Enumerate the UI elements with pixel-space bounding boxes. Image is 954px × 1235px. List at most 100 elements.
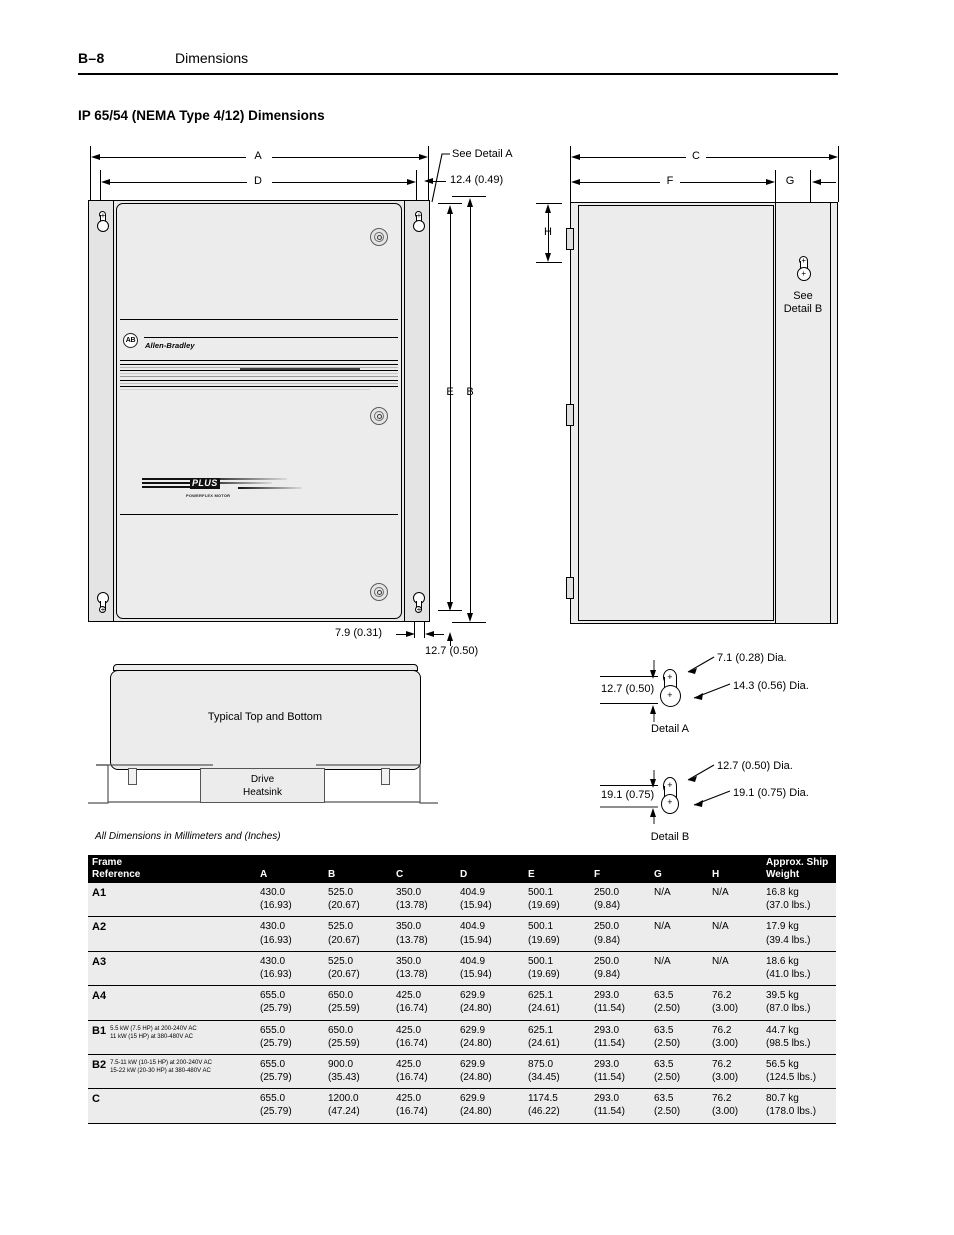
cell-dimension: 44.7 kg (98.5 lbs.) [766, 1019, 836, 1055]
cell-dimension: N/A [712, 950, 766, 986]
table-body: A1 430.0 (16.93) 525.0 (20.67) 350.0 (13.78) 40… [88, 883, 836, 1124]
allen-bradley-logo-icon: AB [123, 333, 138, 348]
dim-f-arrow-left [571, 178, 580, 185]
dim-top-gap-arrow [424, 177, 433, 184]
see-detail-b-line1: See [793, 290, 813, 302]
cell-dimension: 39.5 kg (87.0 lbs.) [766, 985, 836, 1020]
brand-underline [144, 337, 398, 338]
ext-line-g-right [810, 170, 811, 202]
cell-dimension: 1200.0 (47.24) [328, 1088, 396, 1124]
cell-dimension: 655.0 (25.79) [260, 985, 328, 1020]
col-header-ship-weight: Approx. Ship Weight [766, 855, 836, 883]
ext-line-h-bottom [536, 262, 562, 263]
cell-dimension: 500.1 (19.69) [528, 916, 594, 952]
cell-dimension: 430.0 (16.93) [260, 883, 328, 917]
cell-dimension: 404.9 (15.94) [460, 916, 528, 952]
dim-label-g: G [785, 175, 795, 187]
col-header-b: B [328, 855, 396, 883]
cell-dimension: 80.7 kg (178.0 lbs.) [766, 1088, 836, 1124]
cell-dimension: 250.0 (9.84) [594, 916, 654, 952]
cell-dimension: 430.0 (16.93) [260, 950, 328, 986]
cell-dimension: 875.0 (34.45) [528, 1053, 594, 1089]
cell-dimension: 293.0 (11.54) [594, 1019, 654, 1055]
dim-d-line-left [106, 182, 247, 183]
col-header-c: C [396, 855, 460, 883]
cell-dimension: 250.0 (9.84) [594, 950, 654, 986]
dim-e-arrow-top [446, 205, 453, 214]
ext-line-d-right [416, 170, 417, 202]
dim-e-line [450, 212, 451, 604]
cell-dimension: 63.5 (2.50) [654, 1088, 712, 1124]
col-header-frame: Frame Reference [88, 855, 260, 883]
detail-a-spacing-label: 12.7 (0.50) [601, 683, 655, 695]
cell-dimension: 63.5 (2.50) [654, 1019, 712, 1055]
cell-dimension: 76.2 (3.00) [712, 1053, 766, 1089]
left-mounting-flange [88, 200, 114, 622]
dim-b-arrow-bottom [466, 613, 473, 622]
hinge-tab-middle [566, 404, 574, 426]
cell-dimension: 350.0 (13.78) [396, 883, 460, 917]
hinge-tab-bottom [566, 577, 574, 599]
seam-line-3 [120, 370, 398, 371]
cell-frame-reference: A2 [88, 916, 260, 952]
cell-dimension: 404.9 (15.94) [460, 950, 528, 986]
nameplate-band-top [120, 319, 398, 320]
dim-e-arrow-bottom [446, 602, 453, 611]
cell-frame-reference: A4 [88, 985, 260, 1020]
typical-top-bottom-label: Typical Top and Bottom [207, 711, 323, 723]
seam-line-5 [120, 376, 398, 377]
col-header-a: A [260, 855, 328, 883]
see-detail-b-line2: Detail B [783, 303, 823, 315]
figure-units-note: All Dimensions in Millimeters and (Inche… [95, 831, 281, 842]
cell-dimension: 525.0 (20.67) [328, 883, 396, 917]
cell-dimension: N/A [712, 883, 766, 917]
seam-line-4 [120, 373, 398, 374]
detail-a-arrow-bottom [650, 705, 656, 714]
cell-dimension: 1174.5 (46.22) [528, 1088, 594, 1124]
door-screw-bottom-right [370, 583, 388, 601]
mounting-keyhole-top-left: + [96, 211, 109, 233]
dim-top-gap-line [432, 181, 446, 182]
cell-dimension: 63.5 (2.50) [654, 985, 712, 1020]
frame-dimensions-table: Frame Reference A B C D E F G H Approx. … [88, 855, 836, 1124]
dim-bottom-offset-arrow [406, 630, 415, 637]
dim-c-arrow-right [829, 153, 838, 160]
header-rule [78, 73, 838, 75]
cell-dimension: N/A [712, 916, 766, 952]
ext-line-b-bottom [452, 622, 486, 623]
lower-panel-divider [120, 514, 398, 515]
cell-dimension: 650.0 (25.59) [328, 1019, 396, 1055]
cell-dimension: 525.0 (20.67) [328, 916, 396, 952]
table-row: A2 430.0 (16.93) 525.0 (20.67) 350.0 (13.78) 40… [88, 916, 836, 952]
cell-dimension: 425.0 (16.74) [396, 1088, 460, 1124]
table-row: A3 430.0 (16.93) 525.0 (20.67) 350.0 (13.78) 40… [88, 950, 836, 986]
table-row: B2 7.5-11 kW (10-15 HP) at 200-240V AC 15-… [88, 1053, 836, 1089]
cell-dimension: 655.0 (25.79) [260, 1019, 328, 1055]
mounting-keyhole-bottom-right: + [412, 592, 425, 614]
cell-frame-reference: C [88, 1088, 260, 1124]
detail-b-arrow-bottom [650, 808, 656, 817]
heatsink-label-line2: Heatsink [243, 787, 282, 798]
cell-dimension: 293.0 (11.54) [594, 985, 654, 1020]
cell-dimension: 430.0 (16.93) [260, 916, 328, 952]
seam-line-8 [120, 386, 398, 387]
dim-d-arrow-left [101, 178, 110, 185]
dim-c-line-right [706, 157, 834, 158]
col-header-h: H [712, 855, 766, 883]
dim-f-line-left [576, 182, 660, 183]
cell-dimension: 629.9 (24.80) [460, 1053, 528, 1089]
cell-dimension: 625.1 (24.61) [528, 985, 594, 1020]
dim-label-e: E [446, 386, 454, 398]
detail-b-arrow-top [650, 779, 656, 788]
cell-dimension: 250.0 (9.84) [594, 883, 654, 917]
dim-top-gap-label: 12.4 (0.49) [450, 174, 504, 186]
cell-dimension: 900.0 (35.43) [328, 1053, 396, 1089]
cell-dimension: 425.0 (16.74) [396, 1053, 460, 1089]
detail-b-caption: Detail B [650, 831, 690, 843]
dim-label-h: H [544, 226, 552, 238]
cell-dimension: 56.5 kg (124.5 lbs.) [766, 1053, 836, 1089]
cell-dimension: 425.0 (16.74) [396, 1019, 460, 1055]
cell-dimension: 350.0 (13.78) [396, 916, 460, 952]
rear-mounting-keyhole: + + [796, 256, 811, 282]
dim-label-c: C [692, 150, 700, 162]
